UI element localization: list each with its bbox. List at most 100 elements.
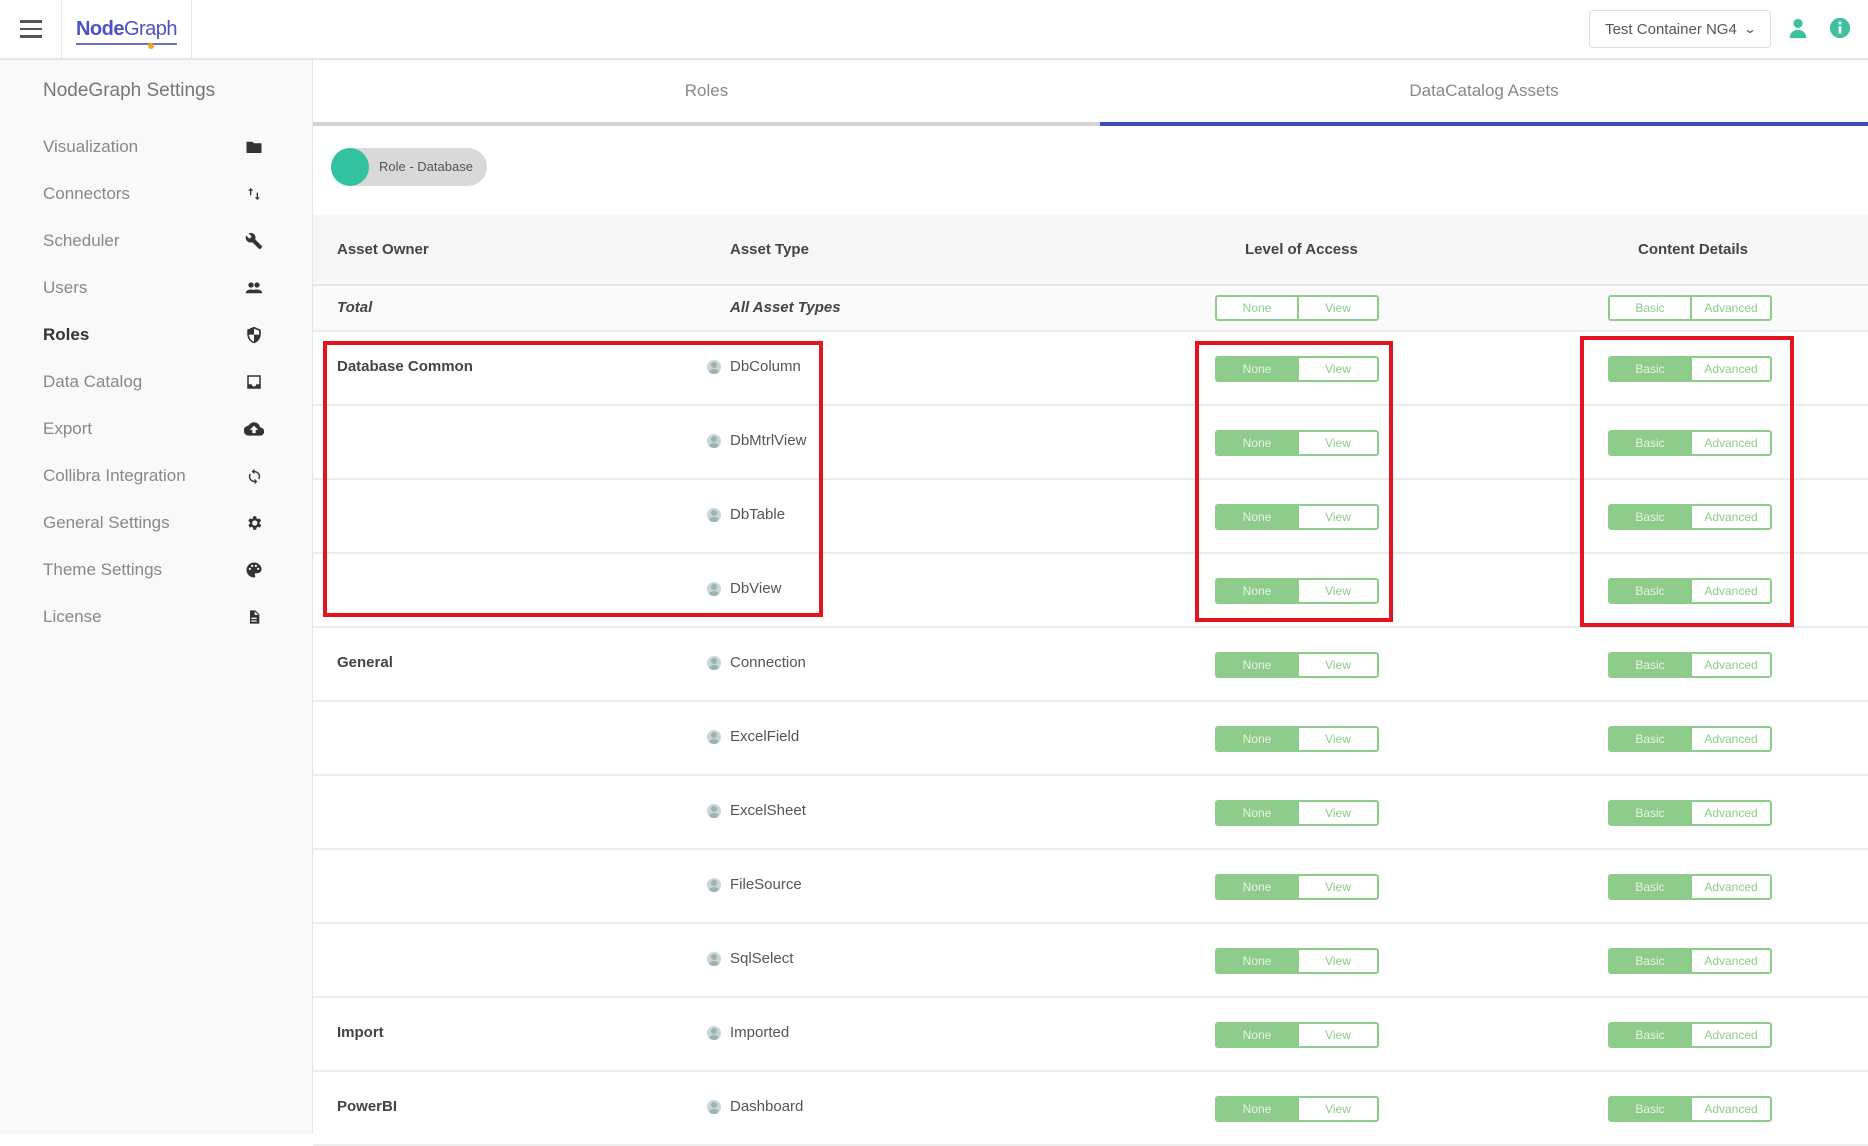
level-view-button[interactable]: View [1297,297,1377,319]
level-none-button[interactable]: None [1217,506,1297,528]
content-advanced-button[interactable]: Advanced [1690,432,1770,454]
content-basic-button[interactable]: Basic [1610,950,1690,972]
content-basic-button[interactable]: Basic [1610,802,1690,824]
asset-owner: Database Common [337,358,473,375]
level-toggle: None View [1215,1022,1379,1048]
gear-icon [244,513,264,533]
level-view-button[interactable]: View [1297,728,1377,750]
total-owner: Total [337,299,373,316]
level-view-button[interactable]: View [1297,876,1377,898]
sidebar-item-label: Collibra Integration [43,466,186,485]
asset-type-icon [707,804,721,818]
sidebar-item-data-catalog[interactable]: Data Catalog [0,362,312,402]
content-basic-button[interactable]: Basic [1610,1024,1690,1046]
level-view-button[interactable]: View [1297,580,1377,602]
level-none-button[interactable]: None [1217,1098,1297,1120]
level-view-button[interactable]: View [1297,950,1377,972]
sidebar-item-label: Users [43,278,88,297]
level-toggle: None View [1215,800,1379,826]
table-row: Import Imported None View Basic Advanced [313,998,1868,1072]
menu-button[interactable] [0,0,62,58]
shield-icon [244,325,264,345]
content-advanced-button[interactable]: Advanced [1690,802,1770,824]
asset-owner: Import [337,1024,384,1041]
asset-type: Imported [730,1024,790,1041]
user-icon[interactable] [1787,17,1809,39]
sidebar-item-visualization[interactable]: Visualization [0,127,312,167]
asset-type-icon [707,730,721,744]
sidebar-item-label: Data Catalog [43,372,143,391]
content-advanced-button[interactable]: Advanced [1690,950,1770,972]
table-row: PowerBI Dashboard None View Basic Advanced [313,1072,1868,1146]
content-advanced-button[interactable]: Advanced [1690,728,1770,750]
content-advanced-button[interactable]: Advanced [1690,297,1770,319]
content-advanced-button[interactable]: Advanced [1690,876,1770,898]
content-advanced-button[interactable]: Advanced [1690,1098,1770,1120]
content-basic-button[interactable]: Basic [1610,358,1690,380]
content-basic-button[interactable]: Basic [1610,506,1690,528]
content-basic-button[interactable]: Basic [1610,432,1690,454]
content-basic-button[interactable]: Basic [1610,728,1690,750]
content-toggle: Basic Advanced [1608,1096,1772,1122]
sidebar-item-users[interactable]: Users [0,268,312,308]
content-basic-button[interactable]: Basic [1610,580,1690,602]
content-advanced-button[interactable]: Advanced [1690,654,1770,676]
content-advanced-button[interactable]: Advanced [1690,580,1770,602]
level-none-button[interactable]: None [1217,358,1297,380]
level-none-button[interactable]: None [1217,432,1297,454]
sidebar-item-theme-settings[interactable]: Theme Settings [0,550,312,590]
level-none-button[interactable]: None [1217,1024,1297,1046]
table-header: Asset Owner Asset Type Level of Access C… [313,215,1868,286]
content-advanced-button[interactable]: Advanced [1690,358,1770,380]
sidebar-item-general-settings[interactable]: General Settings [0,503,312,543]
level-view-button[interactable]: View [1297,1098,1377,1120]
level-view-button[interactable]: View [1297,432,1377,454]
role-toggle[interactable]: Role - Database [331,148,487,186]
sidebar-item-roles[interactable]: Roles [0,315,312,355]
content-basic-button[interactable]: Basic [1610,876,1690,898]
level-view-button[interactable]: View [1297,1024,1377,1046]
level-none-button[interactable]: None [1217,876,1297,898]
content-advanced-button[interactable]: Advanced [1690,1024,1770,1046]
level-none-button[interactable]: None [1217,580,1297,602]
column-header-asset-owner: Asset Owner [337,241,429,258]
column-header-asset-type: Asset Type [730,241,809,258]
level-none-button[interactable]: None [1217,728,1297,750]
level-none-button[interactable]: None [1217,297,1297,319]
tab-roles[interactable]: Roles [313,60,1100,126]
level-none-button[interactable]: None [1217,654,1297,676]
sidebar-item-collibra-integration[interactable]: Collibra Integration [0,456,312,496]
sidebar-item-license[interactable]: License [0,597,312,637]
level-none-button[interactable]: None [1217,950,1297,972]
cloud-upload-icon [244,419,264,439]
hamburger-icon [19,18,42,41]
level-toggle: None View [1215,430,1379,456]
content-basic-button[interactable]: Basic [1610,654,1690,676]
level-view-button[interactable]: View [1297,506,1377,528]
content-basic-button[interactable]: Basic [1610,297,1690,319]
logo[interactable]: NodeGraph [62,0,192,58]
content-basic-button[interactable]: Basic [1610,1098,1690,1120]
content-toggle: Basic Advanced [1608,948,1772,974]
asset-type-icon [707,508,721,522]
file-icon [244,607,264,627]
asset-type: DbMtrlView [730,432,807,449]
container-select[interactable]: Test Container NG4 ⌄ [1589,10,1771,48]
level-view-button[interactable]: View [1297,654,1377,676]
sidebar-item-export[interactable]: Export [0,409,312,449]
content-advanced-button[interactable]: Advanced [1690,506,1770,528]
sync-icon [244,466,264,486]
level-view-button[interactable]: View [1297,358,1377,380]
swap-vertical-icon [244,184,264,204]
asset-type: DbView [730,580,782,597]
asset-owner: General [337,654,393,671]
level-none-button[interactable]: None [1217,802,1297,824]
sidebar-item-scheduler[interactable]: Scheduler [0,221,312,261]
assets-table: Asset Owner Asset Type Level of Access C… [313,215,1868,1146]
sidebar-item-connectors[interactable]: Connectors [0,174,312,214]
logo-text-light: Graph [123,17,178,40]
palette-icon [244,560,264,580]
info-icon[interactable] [1829,17,1851,39]
tab-datacatalog-assets[interactable]: DataCatalog Assets [1100,60,1868,126]
level-view-button[interactable]: View [1297,802,1377,824]
